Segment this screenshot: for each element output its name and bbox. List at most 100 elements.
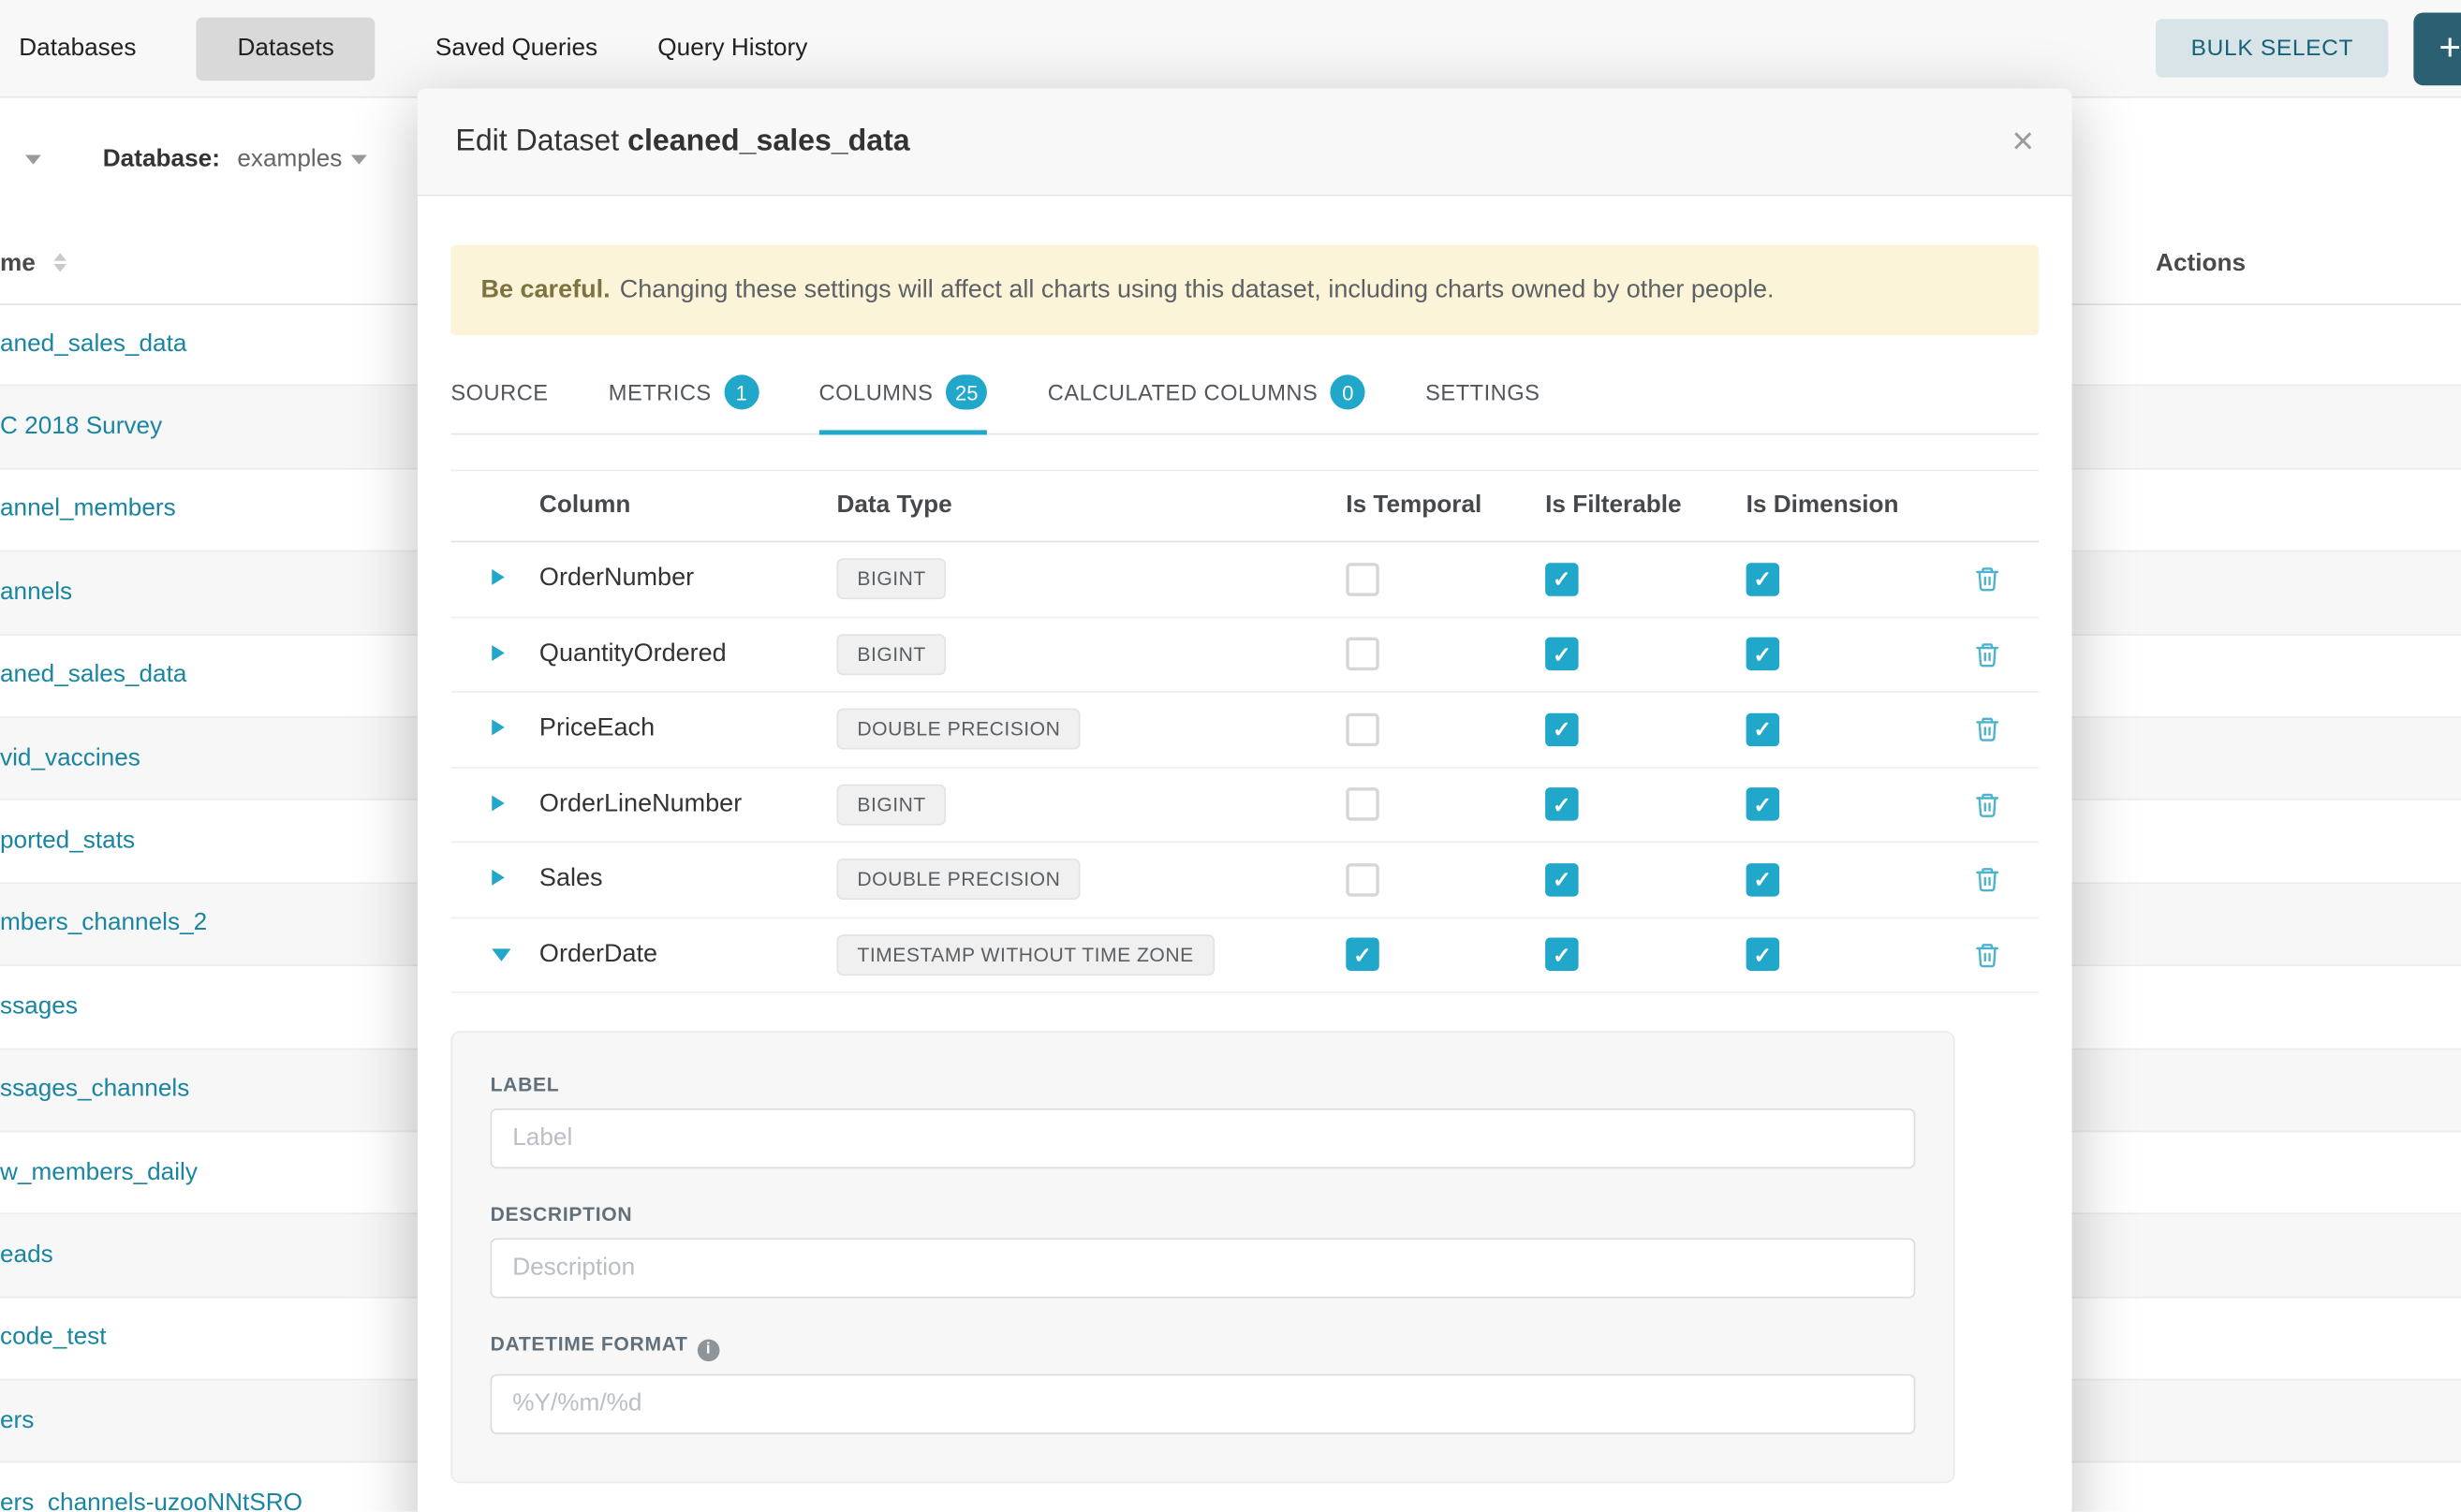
checkbox-is-filterable[interactable]: ✓ (1545, 863, 1578, 896)
column-row: OrderLineNumberBIGINT✓✓ (450, 768, 2039, 843)
dataset-name-link[interactable]: aned_sales_data (0, 330, 186, 358)
dataset-name-link[interactable]: ssages (0, 992, 78, 1020)
checkbox-is-dimension[interactable]: ✓ (1746, 638, 1779, 670)
tab-count-badge: 1 (724, 374, 759, 409)
data-type-badge: BIGINT (836, 784, 946, 825)
tab-settings[interactable]: SETTINGS (1425, 356, 1540, 434)
check-icon: ✓ (1753, 718, 1772, 741)
database-filter-value[interactable]: examples (237, 145, 342, 173)
data-type-badge: DOUBLE PRECISION (836, 709, 1081, 750)
delete-icon[interactable] (1974, 565, 2001, 593)
checkbox-is-filterable[interactable]: ✓ (1545, 712, 1578, 745)
top-navigation: Databases Datasets Saved Queries Query Hist… (0, 0, 2461, 98)
checkbox-is-dimension[interactable]: ✓ (1746, 563, 1779, 595)
chevron-right-icon[interactable] (492, 795, 505, 811)
tab-calculated-columns[interactable]: CALCULATED COLUMNS0 (1048, 356, 1365, 434)
checkbox-is-temporal[interactable] (1346, 788, 1378, 821)
delete-icon[interactable] (1974, 640, 2001, 668)
checkbox-is-temporal[interactable] (1346, 863, 1378, 896)
checkbox-is-dimension[interactable]: ✓ (1746, 712, 1779, 745)
topnav-item-datasets[interactable]: Datasets (197, 17, 376, 81)
topnav-item-databases[interactable]: Databases (19, 17, 136, 81)
dataset-name-link[interactable]: ers (0, 1407, 34, 1435)
tab-metrics[interactable]: METRICS1 (609, 356, 759, 434)
modal-title: Edit Dataset cleaned_sales_data (455, 125, 909, 159)
checkbox-is-filterable[interactable]: ✓ (1545, 788, 1578, 821)
check-icon: ✓ (1553, 643, 1571, 666)
data-type-badge: TIMESTAMP WITHOUT TIME ZONE (836, 934, 1214, 976)
label-field-label: LABEL (491, 1074, 1916, 1096)
topnav-item-saved-queries[interactable]: Saved Queries (435, 17, 597, 81)
chevron-right-icon[interactable] (492, 870, 505, 886)
dataset-name-link[interactable]: annels (0, 579, 72, 607)
dataset-name-link[interactable]: ported_stats (0, 827, 135, 855)
dataset-name-link[interactable]: w_members_daily (0, 1158, 198, 1186)
name-column-header[interactable]: me (0, 250, 36, 278)
dataset-name-link[interactable]: C 2018 Survey (0, 413, 162, 441)
modal-tabs: SOURCE METRICS1 COLUMNS25 CALCULATED COLUMN… (450, 356, 2039, 434)
delete-icon[interactable] (1974, 790, 2001, 818)
column-row: Sales DOUBLE PRECISION ✓ ✓ (450, 843, 2039, 917)
column-name: OrderNumber (539, 565, 694, 592)
chevron-down-icon[interactable] (492, 948, 510, 962)
checkbox-is-filterable[interactable]: ✓ (1545, 638, 1578, 670)
dataset-name-link[interactable]: mbers_channels_2 (0, 910, 207, 938)
add-button[interactable]: + (2413, 12, 2461, 85)
checkbox-is-dimension[interactable]: ✓ (1746, 863, 1779, 896)
column-name: Sales (539, 865, 603, 892)
dataset-name-link[interactable]: code_test (0, 1324, 107, 1352)
modal-header: Edit Dataset cleaned_sales_data × (418, 89, 2072, 197)
checkbox-is-temporal[interactable]: ✓ (1346, 938, 1378, 971)
description-input[interactable] (491, 1238, 1916, 1298)
dataset-name-link[interactable]: eads (0, 1241, 53, 1270)
delete-icon[interactable] (1974, 865, 2001, 893)
info-icon (698, 1339, 720, 1361)
columns-table-body: OrderNumberBIGINT✓✓QuantityOrderedBIGINT… (450, 542, 2039, 992)
columns-table: Column Data Type Is Temporal Is Filterab… (450, 470, 2039, 993)
chevron-right-icon[interactable] (492, 569, 505, 585)
dataset-name-link[interactable]: ers_channels-uzooNNtSRO (0, 1490, 302, 1511)
tab-columns[interactable]: COLUMNS25 (819, 356, 988, 434)
check-icon: ✓ (1553, 944, 1571, 966)
checkbox-is-filterable[interactable]: ✓ (1545, 938, 1578, 971)
data-type-badge: DOUBLE PRECISION (836, 859, 1081, 901)
close-icon[interactable]: × (2012, 123, 2034, 161)
tab-source[interactable]: SOURCE (450, 356, 548, 434)
dataset-name-link[interactable]: vid_vaccines (0, 744, 140, 772)
checkbox-is-dimension[interactable]: ✓ (1746, 788, 1779, 821)
chevron-down-icon[interactable] (351, 155, 367, 165)
bulk-select-button[interactable]: BULK SELECT (2157, 19, 2389, 77)
check-icon: ✓ (1553, 869, 1571, 891)
check-icon: ✓ (1553, 718, 1571, 741)
header-column: Column (539, 492, 837, 520)
sort-icon[interactable] (53, 253, 66, 272)
delete-icon[interactable] (1974, 715, 2001, 743)
data-type-badge: BIGINT (836, 634, 946, 675)
header-is-filterable: Is Filterable (1529, 492, 1730, 520)
checkbox-is-temporal[interactable] (1346, 563, 1378, 595)
check-icon: ✓ (1553, 793, 1571, 815)
checkbox-is-dimension[interactable]: ✓ (1746, 938, 1779, 971)
chevron-right-icon[interactable] (492, 645, 505, 661)
dataset-name-link[interactable]: annel_members (0, 495, 176, 523)
datetime-format-input[interactable] (491, 1373, 1916, 1433)
column-row: OrderDateTIMESTAMP WITHOUT TIME ZONE✓✓✓ (450, 917, 2039, 992)
dataset-name-link[interactable]: ssages_channels (0, 1076, 189, 1104)
column-row: OrderNumberBIGINT✓✓ (450, 542, 2039, 617)
modal-title-dataset-name: cleaned_sales_data (627, 125, 910, 157)
edit-dataset-modal: Edit Dataset cleaned_sales_data × Be car… (418, 89, 2072, 1512)
checkbox-is-filterable[interactable]: ✓ (1545, 563, 1578, 595)
dataset-name-link[interactable]: aned_sales_data (0, 661, 186, 689)
description-field-label: DESCRIPTION (491, 1203, 1916, 1226)
chevron-down-icon[interactable] (25, 155, 41, 165)
warning-banner: Be careful. Changing these settings will… (450, 245, 2039, 335)
chevron-right-icon[interactable] (492, 720, 505, 736)
topnav-item-query-history[interactable]: Query History (657, 17, 807, 81)
delete-icon[interactable] (1974, 941, 2001, 969)
check-icon: ✓ (1553, 568, 1571, 591)
checkbox-is-temporal[interactable] (1346, 712, 1378, 745)
columns-table-header: Column Data Type Is Temporal Is Filterab… (450, 470, 2039, 543)
checkbox-is-temporal[interactable] (1346, 638, 1378, 670)
modal-title-prefix: Edit Dataset (455, 125, 619, 157)
label-input[interactable] (491, 1108, 1916, 1168)
